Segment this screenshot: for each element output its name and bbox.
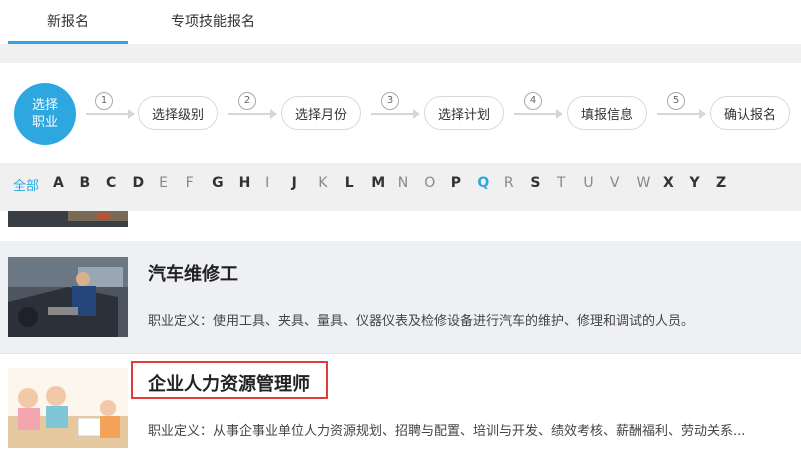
hr-manager-image — [8, 368, 128, 448]
step-confirm-registration[interactable]: 确认报名 — [710, 96, 790, 130]
step-arrow-1 — [86, 113, 128, 115]
step-select-occupation[interactable]: 选择 职业 — [14, 83, 76, 145]
filter-letter-l[interactable]: L — [345, 175, 354, 191]
filter-letter-u[interactable]: U — [583, 175, 593, 191]
section-divider — [0, 44, 801, 63]
filter-letter-a[interactable]: A — [53, 175, 64, 191]
step-arrow-3-head — [413, 109, 420, 119]
filter-letter-x[interactable]: X — [663, 175, 674, 191]
step-select-month[interactable]: 选择月份 — [281, 96, 361, 130]
filter-letter-z[interactable]: Z — [716, 175, 726, 191]
filter-letter-y[interactable]: Y — [689, 175, 699, 191]
step-number-1: 1 — [95, 92, 113, 110]
filter-letter-f[interactable]: F — [186, 175, 194, 191]
filter-letter-g[interactable]: G — [212, 175, 224, 191]
filter-letter-e[interactable]: E — [159, 175, 168, 191]
filter-all[interactable]: 全部 — [13, 175, 39, 194]
occupation-row-hr-manager[interactable]: 企业人力资源管理师 职业定义：从事企事业单位人力资源规划、招聘与配置、培训与开发… — [0, 354, 801, 459]
filter-letter-b[interactable]: B — [80, 175, 91, 191]
alphabet-filter-bar: 全部 ABC DE F GHI J K L MNOPQRS T U VWXY Z — [0, 163, 801, 211]
filter-letter-c[interactable]: C — [106, 175, 116, 191]
step-select-level[interactable]: 选择级别 — [138, 96, 218, 130]
filter-letter-w[interactable]: W — [636, 175, 650, 191]
auto-repair-image — [8, 257, 128, 337]
filter-letter-t[interactable]: T — [557, 175, 566, 191]
filter-letter-o[interactable]: O — [424, 175, 435, 191]
tab-special-skill-registration[interactable]: 专项技能报名 — [171, 11, 255, 31]
filter-letter-m[interactable]: M — [371, 175, 385, 191]
step-arrow-1-head — [128, 109, 135, 119]
step-arrow-3 — [371, 113, 413, 115]
step-select-plan[interactable]: 选择计划 — [424, 96, 504, 130]
occupation-definition: 职业定义：从事企事业单位人力资源规划、招聘与配置、培训与开发、绩效考核、薪酬福利… — [148, 424, 746, 439]
occupation-image-partial — [8, 211, 128, 227]
filter-letter-v[interactable]: V — [610, 175, 620, 191]
registration-tabs: 新报名 专项技能报名 — [0, 0, 801, 44]
filter-letter-h[interactable]: H — [239, 175, 251, 191]
step-arrow-5-head — [699, 109, 706, 119]
step-number-5: 5 — [667, 92, 685, 110]
step-fill-info[interactable]: 填报信息 — [567, 96, 647, 130]
filter-letter-q[interactable]: Q — [477, 175, 489, 191]
tab-new-registration[interactable]: 新报名 — [47, 11, 89, 31]
step-number-2: 2 — [238, 92, 256, 110]
step-number-3: 3 — [381, 92, 399, 110]
step-number-4: 4 — [524, 92, 542, 110]
step-arrow-2 — [228, 113, 270, 115]
highlight-annotation-box — [131, 361, 328, 399]
filter-letter-s[interactable]: S — [530, 175, 540, 191]
filter-letter-d[interactable]: D — [133, 175, 145, 191]
filter-letter-p[interactable]: P — [451, 175, 461, 191]
step-arrow-5 — [657, 113, 699, 115]
step-arrow-2-head — [270, 109, 277, 119]
step-arrow-4 — [514, 113, 556, 115]
filter-letter-r[interactable]: R — [504, 175, 514, 191]
step-arrow-4-head — [556, 109, 563, 119]
occupation-title[interactable]: 汽车维修工 — [148, 260, 238, 286]
filter-letter-k[interactable]: K — [318, 175, 327, 191]
step-select-occupation-label: 选择 职业 — [31, 98, 58, 130]
occupation-row-auto-repair[interactable]: 汽车维修工 职业定义：使用工具、夹具、量具、仪器仪表及检修设备进行汽车的维护、修… — [0, 241, 801, 354]
filter-letter-j[interactable]: J — [292, 175, 297, 191]
filter-letter-i[interactable]: I — [265, 175, 269, 191]
filter-letter-n[interactable]: N — [398, 175, 408, 191]
occupation-definition: 职业定义：使用工具、夹具、量具、仪器仪表及检修设备进行汽车的维护、修理和调试的人… — [148, 314, 695, 329]
